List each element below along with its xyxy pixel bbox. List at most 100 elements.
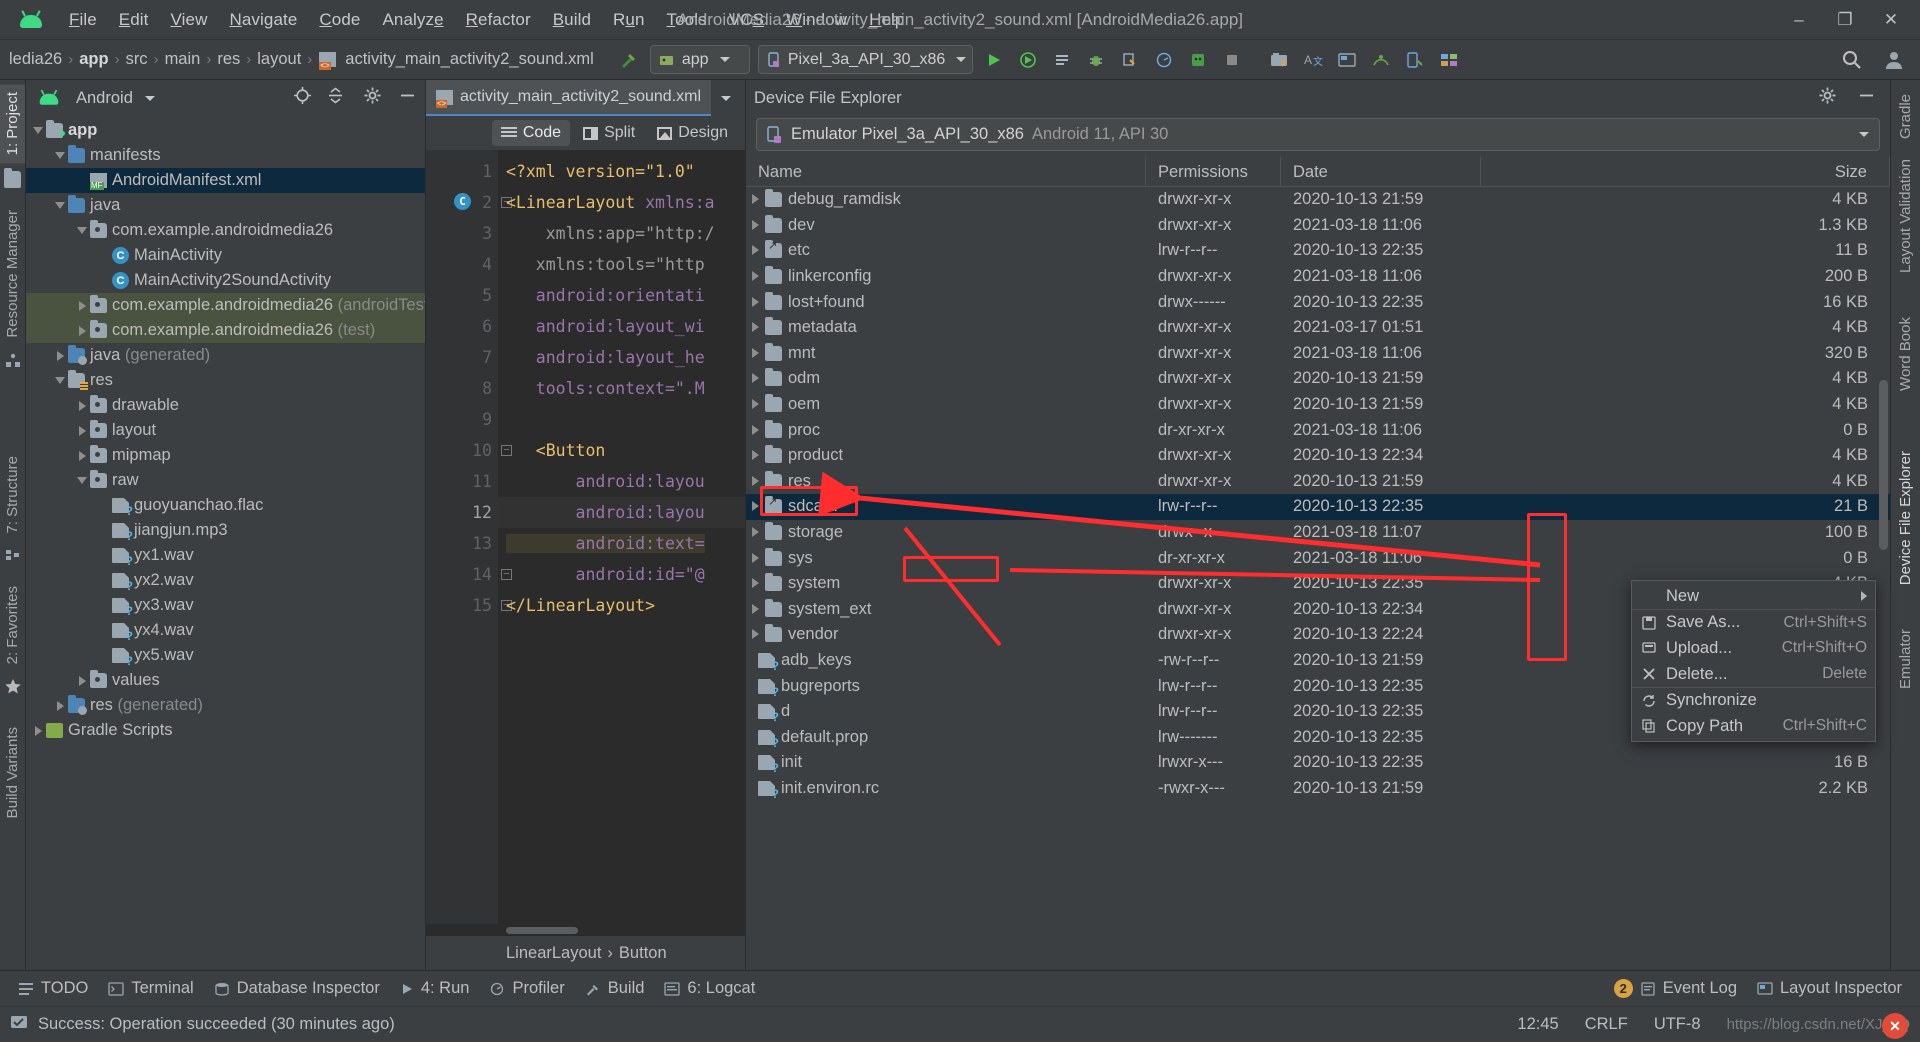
translations-editor-icon[interactable]: A文: [1297, 45, 1329, 75]
twisty[interactable]: [752, 318, 759, 337]
twisty[interactable]: [752, 523, 759, 542]
project-tree-item[interactable]: mipmap: [26, 443, 425, 468]
status-encoding[interactable]: UTF-8: [1654, 1015, 1701, 1034]
gear-icon[interactable]: [1818, 86, 1837, 110]
sidebar-item-project[interactable]: 1: Project: [0, 84, 25, 164]
device-file-row[interactable]: linkerconfig drwxr-xr-x 2021-03-18 11:06 20…: [746, 264, 1890, 290]
twisty[interactable]: [752, 395, 759, 414]
column-header-permissions[interactable]: Permissions: [1146, 157, 1281, 187]
device-file-row[interactable]: dev drwxr-xr-x 2021-03-18 11:06 1.3 KB: [746, 213, 1890, 239]
project-tree-item[interactable]: java (generated): [26, 343, 425, 368]
twisty[interactable]: [52, 700, 68, 711]
twisty[interactable]: [752, 625, 759, 644]
twisty[interactable]: [752, 344, 759, 363]
code-line[interactable]: android:layou: [498, 466, 745, 497]
twisty[interactable]: [52, 350, 68, 361]
device-file-row[interactable]: etc lrw-r--r-- 2020-10-13 22:35 11 B: [746, 238, 1890, 264]
breadcrumb-app[interactable]: app: [74, 48, 113, 71]
project-tree-item[interactable]: ? yx1.wav: [26, 543, 425, 568]
twisty[interactable]: [752, 446, 759, 465]
menu-refactor[interactable]: Refactor: [455, 7, 542, 33]
menu-window[interactable]: Window: [775, 7, 858, 33]
context-menu-item-synchronize[interactable]: Synchronize: [1632, 687, 1875, 713]
bottom-item-todo[interactable]: TODO: [8, 976, 98, 1001]
profiler-icon[interactable]: [1148, 45, 1180, 75]
bottom-item-event-log[interactable]: 2 Event Log: [1604, 976, 1747, 1001]
code-line[interactable]: <LinearLayout xmlns:a: [498, 187, 745, 218]
twisty[interactable]: [74, 300, 90, 311]
module-selector-combo[interactable]: app: [649, 45, 750, 74]
debug-icon[interactable]: [1080, 45, 1112, 75]
project-tree-item[interactable]: values: [26, 668, 425, 693]
user-avatar-icon[interactable]: [1874, 45, 1914, 75]
twisty[interactable]: [74, 227, 90, 234]
run-with-coverage-icon[interactable]: [1012, 45, 1044, 75]
attach-debugger-icon[interactable]: [1046, 45, 1078, 75]
twisty[interactable]: [752, 574, 759, 593]
context-menu-item-copy-path[interactable]: Copy Path Ctrl+Shift+C: [1632, 713, 1875, 739]
context-menu-item-delete[interactable]: Delete... Delete: [1632, 661, 1875, 687]
menu-build[interactable]: Build: [542, 7, 602, 33]
breadcrumb-main[interactable]: main: [160, 48, 206, 71]
chevron-down-icon[interactable]: [1859, 132, 1869, 137]
sidebar-item-favorites[interactable]: 2: Favorites: [0, 578, 25, 672]
device-selector-combo[interactable]: Pixel_3a_API_30_x86: [757, 45, 974, 74]
menu-file[interactable]: File: [58, 7, 108, 33]
code-line[interactable]: android:layou: [498, 497, 745, 528]
bottom-item-layout-inspector[interactable]: Layout Inspector: [1747, 976, 1912, 1001]
device-file-row[interactable]: storage drwx--x--- 2021-03-18 11:07 100 B: [746, 520, 1890, 546]
bottom-item-run[interactable]: 4: Run: [390, 976, 480, 1001]
project-tree-item[interactable]: Gradle Scripts: [26, 718, 425, 743]
code-line[interactable]: </LinearLayout>: [498, 590, 745, 621]
project-tree-item[interactable]: res (generated): [26, 693, 425, 718]
breadcrumb-button[interactable]: Button: [619, 944, 667, 963]
minimize-button[interactable]: –: [1776, 1, 1822, 39]
project-tree-item[interactable]: ? yx4.wav: [26, 618, 425, 643]
twisty[interactable]: [752, 216, 759, 235]
device-manager-icon[interactable]: [1399, 45, 1431, 75]
sidebar-item-word-book[interactable]: Word Book: [1893, 307, 1918, 401]
stop-icon[interactable]: [1216, 45, 1248, 75]
twisty[interactable]: [74, 325, 90, 336]
class-marker-icon[interactable]: C: [454, 193, 471, 210]
sidebar-item-emulator[interactable]: Emulator: [1893, 619, 1918, 699]
code-line[interactable]: <?xml version="1.0": [498, 156, 745, 187]
layout-inspector-icon[interactable]: [1331, 45, 1363, 75]
device-file-row[interactable]: metadata drwxr-xr-x 2021-03-17 01:51 4 KB: [746, 315, 1890, 341]
project-tree-item[interactable]: C MainActivity2SoundActivity: [26, 268, 425, 293]
device-file-rows[interactable]: debug_ramdisk drwxr-xr-x 2020-10-13 21:59 4…: [746, 187, 1890, 970]
apply-changes-icon[interactable]: [1114, 45, 1146, 75]
column-header-name[interactable]: Name: [746, 157, 1146, 187]
project-tree-item[interactable]: manifests: [26, 143, 425, 168]
twisty[interactable]: [74, 477, 90, 484]
project-tree-item[interactable]: java: [26, 193, 425, 218]
bottom-item-build[interactable]: Build: [575, 976, 655, 1001]
menu-tools[interactable]: Tools: [656, 7, 718, 33]
twisty[interactable]: [752, 472, 759, 491]
sidebar-item-build-variants[interactable]: Build Variants: [0, 719, 25, 826]
sidebar-item-device-file-explorer[interactable]: Device File Explorer: [1893, 441, 1918, 595]
code-line[interactable]: <Button: [498, 435, 745, 466]
code-line[interactable]: android:text=: [498, 528, 745, 559]
tab-design[interactable]: Design: [648, 120, 737, 146]
menu-analyze[interactable]: Analyze: [371, 7, 454, 33]
code-line[interactable]: xmlns:app="http:/: [498, 218, 745, 249]
sidebar-item-structure[interactable]: 7: Structure: [0, 448, 25, 542]
close-button[interactable]: ✕: [1868, 1, 1914, 39]
maximize-button[interactable]: ❐: [1822, 1, 1868, 39]
project-tree-item[interactable]: ? yx2.wav: [26, 568, 425, 593]
search-icon[interactable]: [1832, 45, 1872, 75]
breadcrumb-src[interactable]: src: [121, 48, 153, 71]
breadcrumb-res[interactable]: res: [212, 48, 245, 71]
code-line[interactable]: xmlns:tools="http: [498, 249, 745, 280]
sdk-manager-icon[interactable]: [1263, 45, 1295, 75]
code-line[interactable]: [498, 404, 745, 435]
twisty[interactable]: [52, 202, 68, 209]
breadcrumb-project[interactable]: ledia26: [4, 48, 67, 71]
code-content[interactable]: <?xml version="1.0" <LinearLayout xmlns:…: [498, 150, 745, 924]
project-tree-item[interactable]: ? yx5.wav: [26, 643, 425, 668]
menu-help[interactable]: Help: [858, 7, 915, 33]
twisty[interactable]: [30, 725, 46, 736]
code-line[interactable]: android:orientati: [498, 280, 745, 311]
context-menu-item-upload[interactable]: Upload... Ctrl+Shift+O: [1632, 635, 1875, 661]
